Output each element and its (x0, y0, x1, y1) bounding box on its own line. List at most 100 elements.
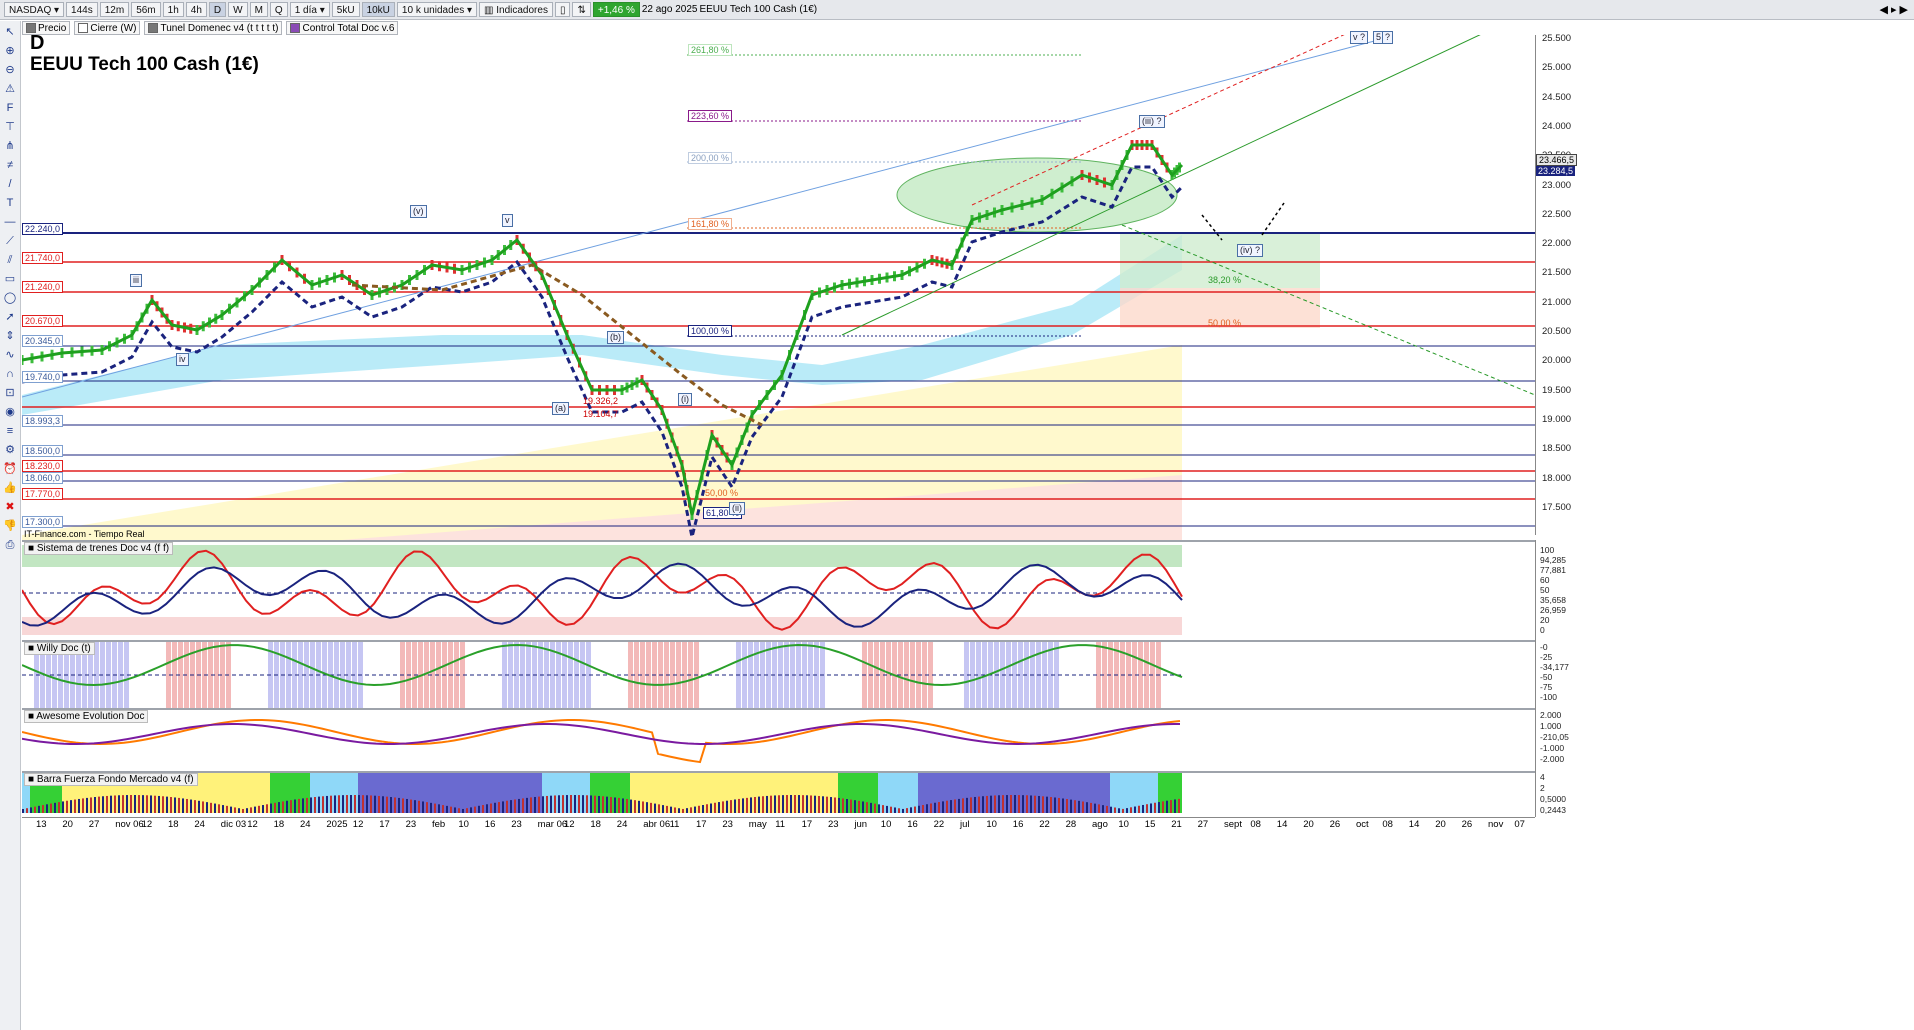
symbol-selector[interactable]: NASDAQ ▾ (4, 2, 65, 17)
units-selector[interactable]: 10 k unidades ▾ (396, 2, 478, 17)
level-label: 18.230,0 (22, 460, 64, 472)
strength-hist (1050, 797, 1052, 813)
interval-w[interactable]: W (228, 2, 248, 17)
strength-hist (806, 795, 808, 813)
strength-bar (902, 773, 910, 813)
scroll-arrows-icon[interactable]: ◀ ▸ ▶ (1879, 3, 1914, 16)
strength-hist (194, 800, 196, 813)
strength-hist (1154, 802, 1156, 813)
price-tick: 18.500 (1542, 443, 1572, 455)
panel-divider[interactable] (22, 771, 1535, 773)
price-axis[interactable]: 25.50025.00024.50024.00023.50023.00022.5… (1535, 33, 1914, 535)
strength-hist (134, 795, 136, 813)
zoom-out-icon[interactable]: ⊖ (2, 62, 18, 78)
interval-144s[interactable]: 144s (66, 2, 98, 17)
strength-hist (514, 799, 516, 813)
strength-hist (254, 806, 256, 813)
strength-hist (362, 795, 364, 813)
interval-1h[interactable]: 1h (162, 2, 184, 17)
wave-icon[interactable]: ∿ (2, 347, 18, 363)
strength-hist (202, 801, 204, 813)
date-axis[interactable]: 13 20 27 nov 06 12 18 24 dic 03 12 18 24 2025 12 17 23… (22, 817, 1535, 831)
overlay-control[interactable]: Control Total Doc v.6 (286, 21, 399, 35)
strength-hist (1106, 805, 1108, 813)
date-tick: 12 (141, 819, 153, 830)
interval-m[interactable]: M (249, 2, 268, 17)
fib-time-icon[interactable]: ⊤ (2, 119, 18, 135)
strength-hist (886, 805, 888, 813)
level-label: 21.240,0 (22, 281, 64, 293)
trendline-icon[interactable]: / (2, 176, 18, 192)
pitchfork-icon[interactable]: ⋔ (2, 138, 18, 154)
zoom-in-icon[interactable]: ⊕ (2, 43, 18, 59)
strength-hist (866, 802, 868, 813)
lock-icon[interactable]: ⊡ (2, 385, 18, 401)
layout-icon[interactable]: ▯ (554, 2, 571, 17)
print-icon[interactable]: ⎙ (2, 537, 18, 553)
strength-hist (658, 804, 660, 813)
ellipse-icon[interactable]: ◯ (2, 290, 18, 306)
warning-icon[interactable]: ⚠ (2, 81, 18, 97)
strength-bar (454, 773, 462, 813)
units-10k[interactable]: 10kU (361, 2, 395, 17)
measure-icon[interactable]: ⇕ (2, 328, 18, 344)
gann-icon[interactable]: ≠ (2, 157, 18, 173)
price-tick: 23.000 (1542, 179, 1572, 191)
text-icon[interactable]: T (2, 195, 18, 211)
arrow-icon[interactable]: ➚ (2, 309, 18, 325)
change-icon: ⇅ (572, 2, 591, 17)
strength-hist (874, 803, 876, 813)
strength-hist (990, 795, 992, 813)
panel-divider[interactable] (22, 708, 1535, 710)
panel-close-icon[interactable]: ■ (28, 643, 34, 654)
overlay-tunnel[interactable]: Tunel Domenec v4 (t t t t t) (144, 21, 283, 35)
strength-hist (1118, 808, 1120, 813)
fib-icon[interactable]: F (2, 100, 18, 116)
strength-hist (906, 808, 908, 813)
layers-icon[interactable]: ≡ (2, 423, 18, 439)
period-selector[interactable]: 1 día ▾ (289, 2, 330, 17)
rectangle-icon[interactable]: ▭ (2, 271, 18, 287)
magnet-icon[interactable]: ∩ (2, 366, 18, 382)
strength-hist (878, 804, 880, 813)
settings-icon[interactable]: ⚙ (2, 442, 18, 458)
horizontal-line-icon[interactable]: ― (2, 214, 18, 230)
date-tick: may (748, 819, 767, 830)
panel-divider[interactable] (22, 640, 1535, 642)
channel-icon[interactable]: ⫽ (2, 252, 18, 268)
thumb-down-icon[interactable]: 👎 (2, 518, 18, 534)
strength-hist (26, 808, 28, 813)
date-tick: 24 (300, 819, 311, 830)
panel-close-icon[interactable]: ■ (28, 774, 34, 785)
chart-canvas[interactable] (22, 35, 1535, 815)
panel-close-icon[interactable]: ■ (28, 543, 34, 554)
panel-close-icon[interactable]: ■ (28, 711, 34, 722)
ray-icon[interactable]: ⟋ (2, 233, 18, 249)
panel-divider[interactable] (22, 540, 1535, 542)
eye-icon[interactable]: ◉ (2, 404, 18, 420)
overlay-close[interactable]: Cierre (W) (74, 21, 141, 35)
interval-12m[interactable]: 12m (99, 2, 130, 17)
date-tick: feb (432, 819, 446, 830)
level-label: 17.770,0 (22, 488, 64, 500)
strength-hist (750, 797, 752, 813)
date-tick: 16 (1012, 819, 1024, 830)
delete-icon[interactable]: ✖ (2, 499, 18, 515)
cursor-icon[interactable]: ↖ (2, 24, 18, 40)
interval-4h[interactable]: 4h (185, 2, 207, 17)
interval-q[interactable]: Q (269, 2, 288, 17)
strength-hist (550, 795, 552, 813)
interval-56m[interactable]: 56m (131, 2, 161, 17)
indicators-button[interactable]: ▥ Indicadores (479, 2, 553, 17)
strength-hist (478, 805, 480, 813)
interval-d[interactable]: D (208, 2, 227, 17)
thumb-up-icon[interactable]: 👍 (2, 480, 18, 496)
strength-hist (1042, 796, 1044, 813)
price-tick: 21.000 (1542, 296, 1572, 308)
units-5k[interactable]: 5kU (331, 2, 360, 17)
strength-hist (542, 796, 544, 813)
alert-icon[interactable]: ⏰ (2, 461, 18, 477)
fib-label: 261,80 % (688, 44, 733, 56)
strength-hist (54, 802, 56, 813)
indicator-tick: 20 (1540, 615, 1550, 625)
